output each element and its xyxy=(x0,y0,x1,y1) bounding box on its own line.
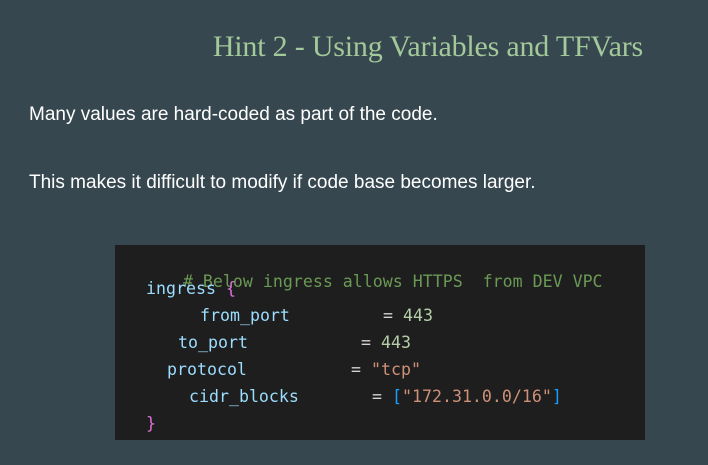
code-open-brace: { xyxy=(225,279,236,298)
code-close-bracket: ] xyxy=(551,387,562,406)
paragraph-difficult-to-modify: This makes it difficult to modify if cod… xyxy=(29,172,536,193)
code-to-port-key: to_port xyxy=(178,333,248,352)
code-comment: # Below ingress allows HTTPS from DEV VP… xyxy=(182,272,603,291)
code-protocol-value: "tcp" xyxy=(371,360,421,379)
code-from-port-key: from_port xyxy=(200,306,290,325)
code-ingress-line: ingress { xyxy=(146,279,236,299)
code-equals: = xyxy=(372,387,382,406)
code-close-brace: } xyxy=(146,414,156,433)
slide-title: Hint 2 - Using Variables and TFVars xyxy=(212,30,643,63)
code-cidr-blocks-key: cidr_blocks xyxy=(189,387,299,406)
paragraph-hardcoded-values: Many values are hard-coded as part of th… xyxy=(29,104,438,125)
code-protocol-line: protocol xyxy=(167,360,247,380)
code-from-port-value: 443 xyxy=(403,306,433,325)
code-equals: = xyxy=(351,360,361,379)
code-block-name: ingress xyxy=(146,279,216,298)
code-from-port-assign: = 443 xyxy=(383,306,433,326)
code-to-port-value: 443 xyxy=(381,333,411,352)
code-cidr-blocks-value: "172.31.0.0/16" xyxy=(402,387,552,406)
code-cidr-blocks-assign: = ["172.31.0.0/16"] xyxy=(372,387,562,407)
code-from-port-line: from_port xyxy=(200,306,290,326)
code-equals: = xyxy=(361,333,371,352)
code-to-port-assign: = 443 xyxy=(361,333,411,353)
code-open-bracket: [ xyxy=(392,387,402,406)
code-protocol-assign: = "tcp" xyxy=(351,360,421,380)
code-equals: = xyxy=(383,306,393,325)
code-to-port-line: to_port xyxy=(178,333,248,353)
code-cidr-blocks-line: cidr_blocks xyxy=(189,387,299,407)
code-protocol-key: protocol xyxy=(167,360,247,379)
code-close-brace-line: } xyxy=(146,414,156,434)
code-block: # Below ingress allows HTTPS from DEV VP… xyxy=(115,245,645,440)
